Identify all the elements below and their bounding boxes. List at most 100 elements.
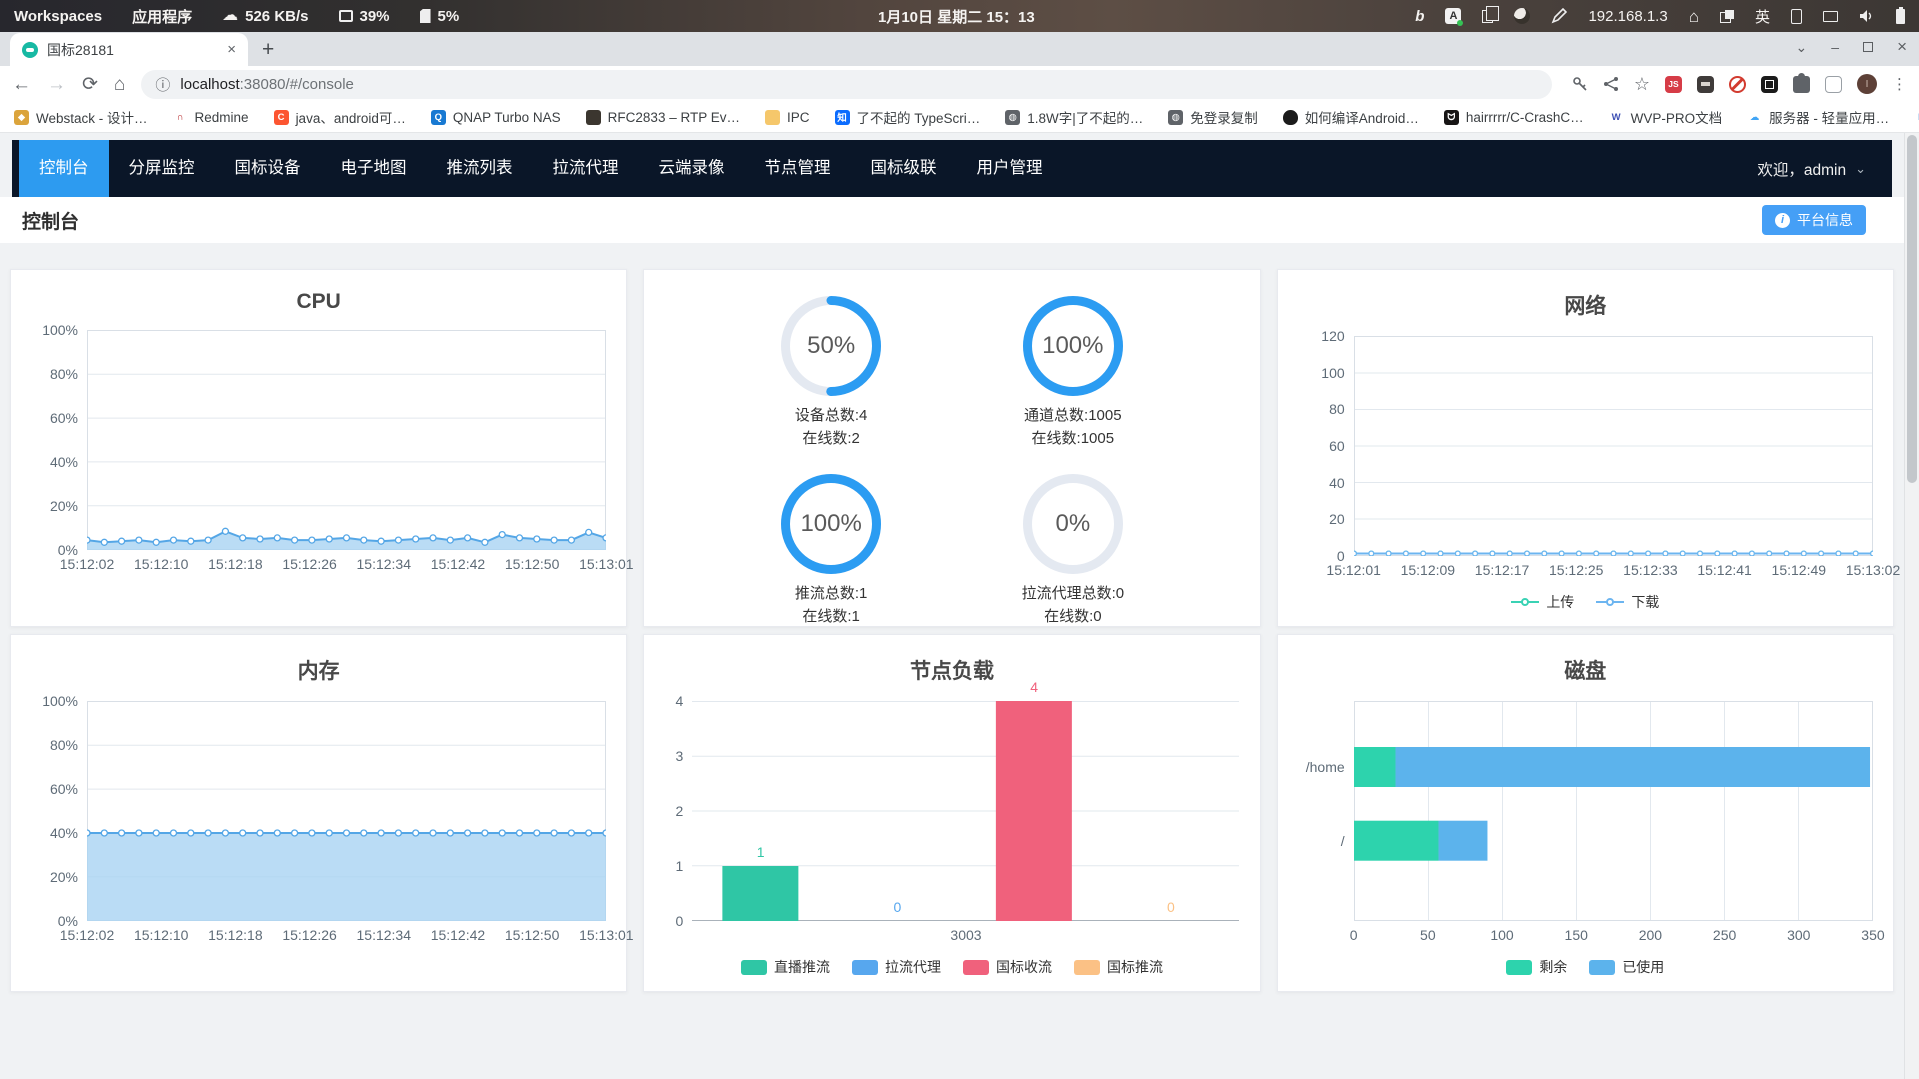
nav-item-国标设备[interactable]: 国标设备 (215, 140, 321, 197)
profile-avatar[interactable]: I (1857, 74, 1877, 94)
nav-item-推流列表[interactable]: 推流列表 (427, 140, 533, 197)
nav-item-用户管理[interactable]: 用户管理 (957, 140, 1063, 197)
chart-canvas (87, 701, 606, 921)
bookmark-item[interactable]: Q QNAP Turbo NAS (430, 109, 561, 125)
bing-tray-icon[interactable]: b (1415, 9, 1424, 24)
x-tick-label: 15:12:02 (59, 556, 115, 572)
bookmark-item[interactable]: 如何编译Android… (1282, 107, 1419, 127)
site-info-icon[interactable]: ⓘ (155, 74, 170, 95)
user-menu[interactable]: 欢迎，admin ⌄ (1757, 158, 1892, 180)
bookmark-item[interactable]: ◍ 1.8W字|了不起的… (1005, 107, 1143, 127)
legend-label: 国标收流 (995, 959, 1052, 975)
tab-close-icon[interactable]: × (223, 41, 240, 58)
x-tick-label: 15:12:25 (1548, 562, 1604, 578)
share-icon[interactable] (1603, 76, 1619, 92)
legend-item-拉流代理[interactable]: 拉流代理 (851, 957, 941, 977)
legend-item-剩余[interactable]: 剩余 (1506, 957, 1567, 977)
bookmark-item[interactable]: ◆ Webstack - 设计… (14, 107, 148, 127)
bookmark-label: java、android可… (295, 111, 406, 126)
ip-address[interactable]: 192.168.1.3 (1588, 8, 1667, 25)
legend-item-下载[interactable]: 下载 (1596, 592, 1659, 612)
clock[interactable]: 1月10日 星期二 15：13 (878, 6, 1035, 27)
back-button[interactable]: ← (12, 75, 31, 94)
scrollbar-thumb[interactable] (1907, 135, 1917, 483)
ocr-tool-tray-icon[interactable]: A (1445, 8, 1464, 26)
chart-plot (87, 330, 606, 550)
x-tick-label: 15:12:50 (504, 556, 560, 572)
chart-title: 节点负载 (909, 660, 994, 683)
password-key-icon[interactable] (1572, 76, 1588, 92)
extension-frame-icon[interactable] (1761, 75, 1778, 93)
pen-tray-icon[interactable] (1551, 8, 1568, 24)
bookmark-item[interactable]: W WVP-PRO文档 (1608, 107, 1722, 127)
extension-dark-icon[interactable] (1697, 75, 1714, 93)
window-maximize-button[interactable] (1863, 42, 1874, 52)
address-bar[interactable]: ⓘ localhost:38080/#/console (141, 69, 1552, 99)
platform-info-button[interactable]: i 平台信息 (1762, 205, 1866, 235)
bookmark-item[interactable]: Cjava、android可… (273, 107, 406, 127)
y-tick-label: 60% (49, 410, 78, 426)
nav-item-拉流代理[interactable]: 拉流代理 (533, 140, 639, 197)
browser-tab[interactable]: 国标28181 × (10, 33, 248, 66)
legend-item-已使用[interactable]: 已使用 (1589, 957, 1664, 977)
x-tick-label: 15:12:10 (133, 556, 189, 572)
applications-button[interactable]: 应用程序 (132, 6, 192, 27)
volume-icon[interactable] (1859, 9, 1875, 23)
display-tray-icon[interactable] (1823, 10, 1838, 22)
x-tick-label: 15:12:33 (1623, 562, 1678, 578)
clipboard-tray-icon[interactable] (1482, 5, 1500, 23)
phone-tray-icon[interactable] (1791, 8, 1802, 24)
window-minimize-button[interactable]: – (1831, 39, 1839, 55)
page-scrollbar[interactable] (1904, 133, 1919, 1079)
bookmark-item[interactable]: 知了不起的 TypeScri… (834, 107, 980, 127)
window-close-button[interactable]: × (1897, 37, 1907, 57)
bookmark-item[interactable]: NHDAtmos :: 种子 *… (1914, 107, 1919, 127)
network-speed-value: 526 KB/s (245, 7, 309, 25)
new-tab-button[interactable]: + (248, 38, 288, 66)
nav-item-控制台[interactable]: 控制台 (19, 140, 109, 197)
y-tick-label: 40% (49, 454, 78, 470)
forward-button[interactable]: → (47, 75, 66, 94)
page-header: 控制台 i 平台信息 (0, 197, 1904, 243)
bookmark-item[interactable]: RFC2833 – RTP Ev… (585, 109, 740, 125)
app-tray-icon[interactable] (1514, 8, 1531, 24)
browser-menu-icon[interactable]: ⋮ (1892, 75, 1907, 93)
status-dot (1457, 20, 1464, 26)
bookmark-item[interactable]: ∩ Redmine (173, 110, 249, 125)
windows-tray-icon[interactable] (1719, 9, 1734, 23)
x-tick-label: 15:12:10 (133, 927, 189, 943)
adblock-extension-icon[interactable] (1729, 75, 1746, 93)
chart-legend: 上传 下载 (1298, 592, 1873, 612)
legend-item-直播推流[interactable]: 直播推流 (740, 957, 830, 977)
extensions-puzzle-icon[interactable] (1793, 72, 1810, 93)
bookmark-star-icon[interactable]: ☆ (1634, 75, 1650, 93)
gauge-percent: 100% (1042, 332, 1104, 359)
browser-tab-strip: 国标28181 × + ⌄ – × (0, 32, 1919, 66)
input-method-indicator[interactable]: 英 (1755, 6, 1770, 27)
nav-item-节点管理[interactable]: 节点管理 (745, 140, 851, 197)
gauge-labels: 拉流代理总数:0 在线数:0 (1022, 583, 1125, 628)
bookmark-item[interactable]: ☁ 服务器 - 轻量应用… (1747, 107, 1889, 127)
legend-item-国标推流[interactable]: 国标推流 (1073, 957, 1163, 977)
bookmark-item[interactable]: IPC (764, 109, 810, 125)
nav-item-分屏监控[interactable]: 分屏监控 (109, 140, 215, 197)
legend-line-marker (1511, 598, 1540, 606)
browser-home-button[interactable]: ⌂ (114, 75, 125, 94)
legend-item-国标收流[interactable]: 国标收流 (962, 957, 1052, 977)
x-tick-label: 15:12:01 (1326, 562, 1381, 578)
bookmark-item[interactable]: ◍ 免登录复制 (1168, 107, 1258, 127)
extension-light-icon[interactable] (1825, 75, 1842, 93)
nav-item-电子地图[interactable]: 电子地图 (321, 140, 427, 197)
nav-item-云端录像[interactable]: 云端录像 (639, 140, 745, 197)
home-tray-icon[interactable]: ⌂ (1689, 8, 1699, 25)
extension-js-icon[interactable]: JS (1665, 75, 1682, 93)
reload-button[interactable]: ⟳ (82, 75, 98, 94)
nav-item-国标级联[interactable]: 国标级联 (851, 140, 957, 197)
bookmark-item[interactable]: ᗢ hairrrrr/C-CrashC… (1443, 109, 1584, 125)
gauge-ring: 100% (779, 472, 883, 576)
legend-item-上传[interactable]: 上传 (1511, 592, 1574, 612)
y-tick-label: 60 (1329, 438, 1345, 454)
tab-search-icon[interactable]: ⌄ (1796, 39, 1808, 56)
workspaces-button[interactable]: Workspaces (14, 8, 102, 25)
bar-value-label: 4 (1030, 679, 1039, 695)
